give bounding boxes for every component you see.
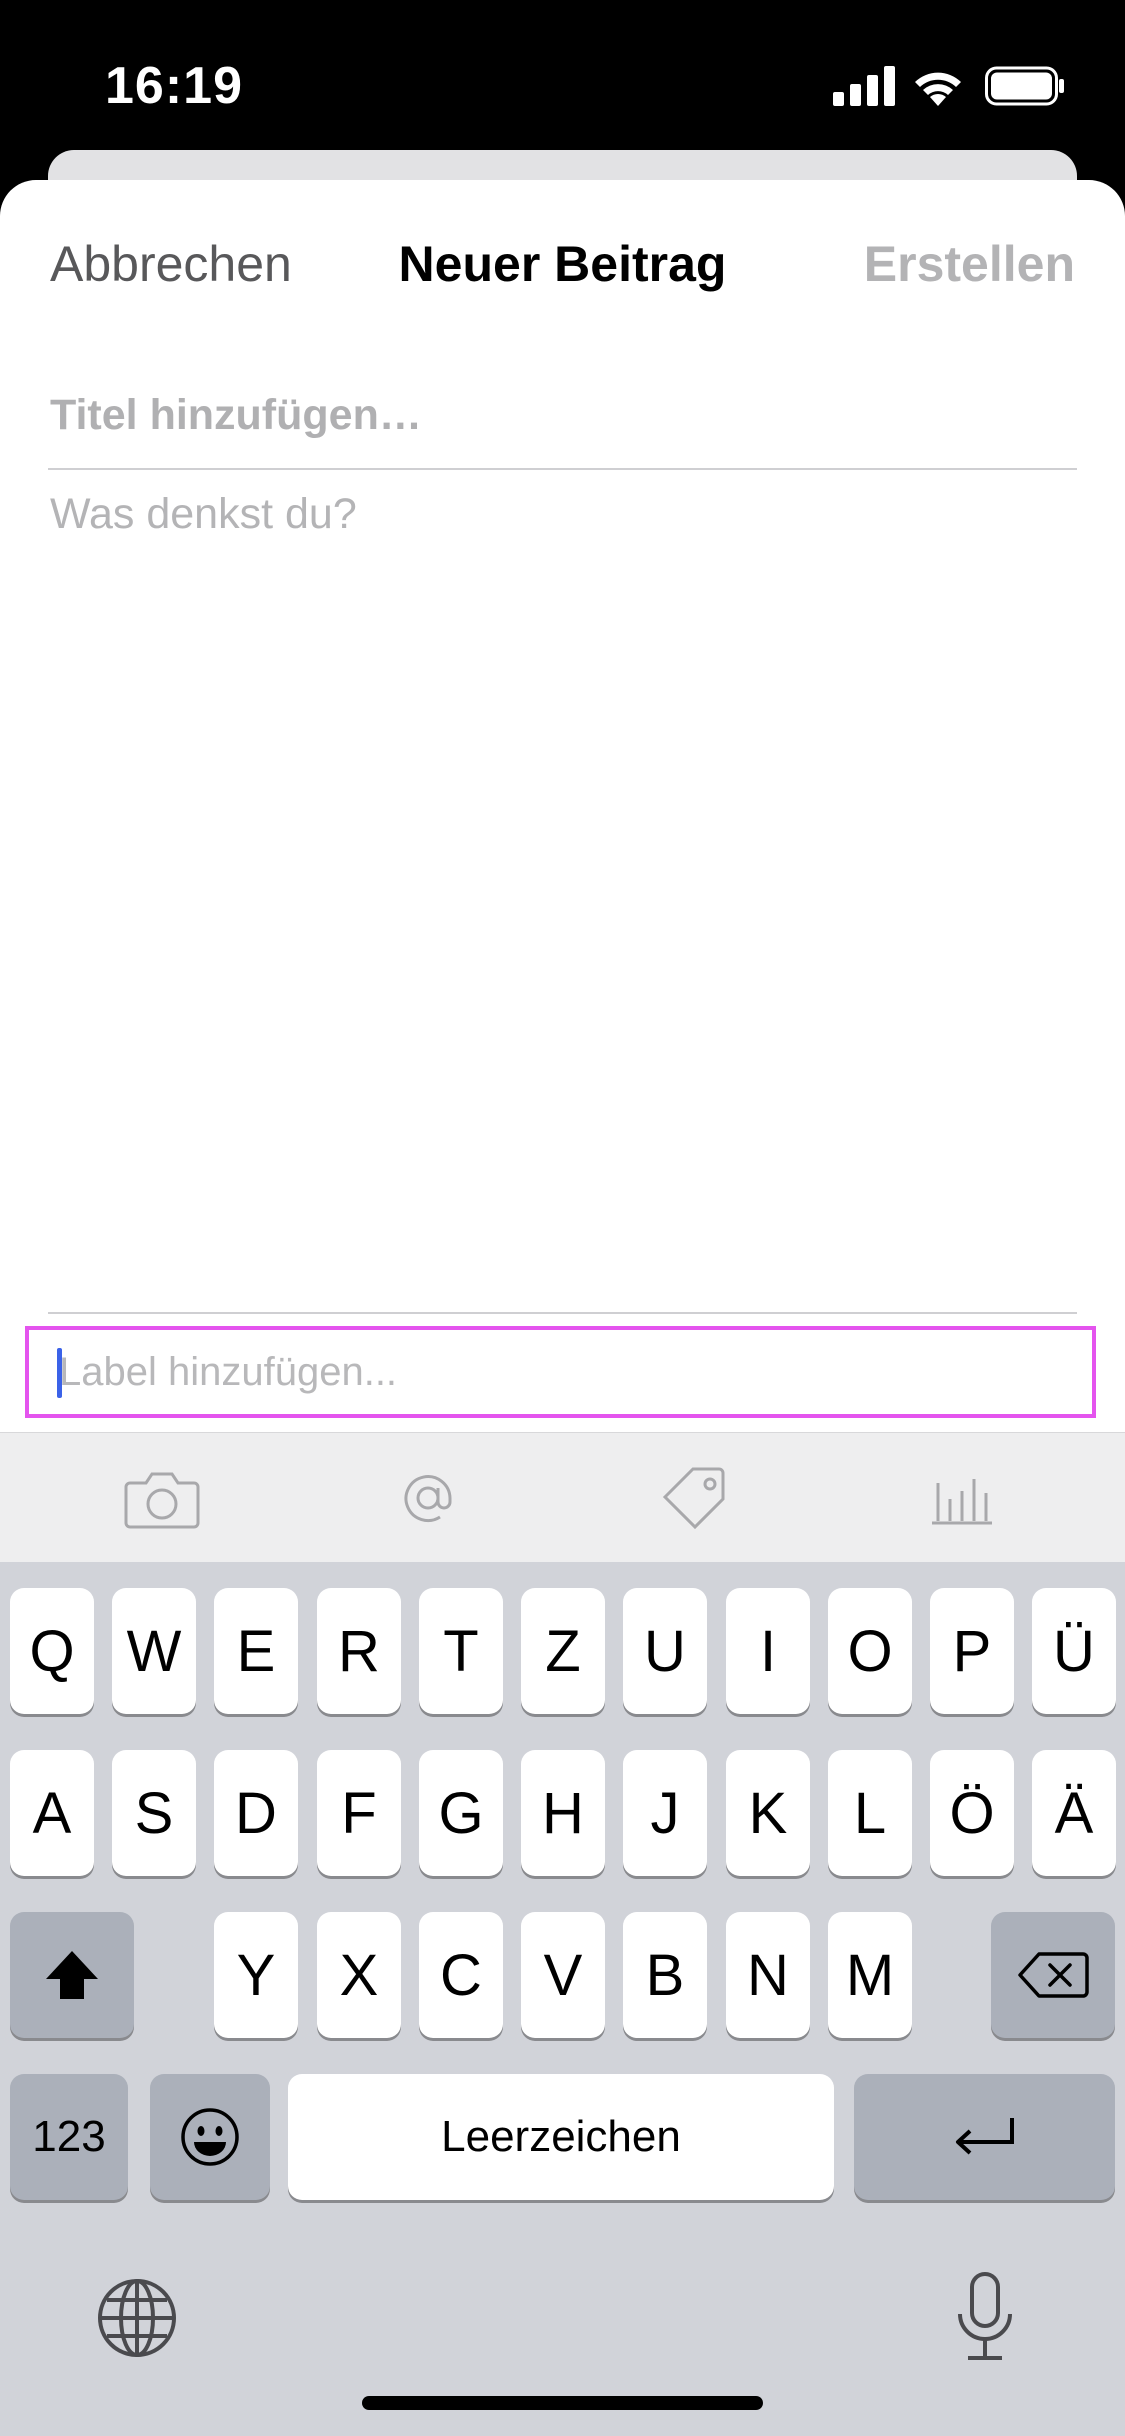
key-l[interactable]: L	[828, 1750, 912, 1876]
key-k[interactable]: K	[726, 1750, 810, 1876]
key-b[interactable]: B	[623, 1912, 707, 2038]
key-e[interactable]: E	[214, 1588, 298, 1714]
key-f[interactable]: F	[317, 1750, 401, 1876]
text-cursor	[57, 1348, 62, 1398]
key-ae[interactable]: Ä	[1032, 1750, 1116, 1876]
backspace-key[interactable]	[991, 1912, 1115, 2038]
globe-icon[interactable]	[95, 2276, 179, 2360]
emoji-key[interactable]	[150, 2074, 270, 2200]
numbers-key[interactable]: 123	[10, 2074, 128, 2200]
key-p[interactable]: P	[930, 1588, 1014, 1714]
return-icon	[955, 2118, 1014, 2155]
microphone-icon[interactable]	[952, 2270, 1018, 2364]
status-bar: 16:19	[0, 0, 1125, 150]
key-oe[interactable]: Ö	[930, 1750, 1014, 1876]
status-time: 16:19	[105, 57, 243, 115]
key-j[interactable]: J	[623, 1750, 707, 1876]
key-m[interactable]: M	[828, 1912, 912, 2038]
key-w[interactable]: W	[112, 1588, 196, 1714]
key-g[interactable]: G	[419, 1750, 503, 1876]
signal-icon	[833, 66, 895, 106]
space-key[interactable]: Leerzeichen	[288, 2074, 834, 2200]
home-indicator[interactable]	[362, 2396, 763, 2410]
camera-icon[interactable]	[122, 1463, 202, 1533]
title-input[interactable]	[50, 375, 1077, 455]
label-field-focus-outline	[25, 1326, 1096, 1418]
backspace-icon	[1018, 1952, 1089, 1998]
keyboard: Q W E R T Z U I O P Ü A S D F G H J K L …	[0, 1562, 1125, 2436]
divider	[48, 1312, 1077, 1314]
key-o[interactable]: O	[828, 1588, 912, 1714]
key-h[interactable]: H	[521, 1750, 605, 1876]
key-r[interactable]: R	[317, 1588, 401, 1714]
key-y[interactable]: Y	[214, 1912, 298, 2038]
cancel-button[interactable]: Abbrechen	[50, 235, 292, 293]
key-n[interactable]: N	[726, 1912, 810, 2038]
nav-bar: Abbrechen Neuer Beitrag Erstellen	[0, 180, 1125, 350]
body-input[interactable]	[50, 490, 1077, 1470]
key-a[interactable]: A	[10, 1750, 94, 1876]
input-toolbar	[0, 1432, 1125, 1562]
label-input[interactable]	[59, 1330, 1079, 1414]
create-button[interactable]: Erstellen	[864, 235, 1075, 293]
tag-icon[interactable]	[655, 1463, 735, 1533]
return-key[interactable]	[854, 2074, 1115, 2200]
key-u[interactable]: U	[623, 1588, 707, 1714]
key-t[interactable]: T	[419, 1588, 503, 1714]
emoji-icon	[181, 2108, 239, 2166]
wifi-icon	[915, 72, 961, 106]
shift-key[interactable]	[10, 1912, 134, 2038]
key-s[interactable]: S	[112, 1750, 196, 1876]
key-ue[interactable]: Ü	[1032, 1588, 1116, 1714]
key-d[interactable]: D	[214, 1750, 298, 1876]
key-v[interactable]: V	[521, 1912, 605, 2038]
key-q[interactable]: Q	[10, 1588, 94, 1714]
chart-icon[interactable]	[922, 1463, 1002, 1533]
key-x[interactable]: X	[317, 1912, 401, 2038]
battery-icon	[985, 66, 1064, 106]
shift-icon	[46, 1951, 98, 1999]
key-c[interactable]: C	[419, 1912, 503, 2038]
divider	[48, 468, 1077, 470]
key-i[interactable]: I	[726, 1588, 810, 1714]
at-icon[interactable]	[388, 1463, 468, 1533]
key-z[interactable]: Z	[521, 1588, 605, 1714]
